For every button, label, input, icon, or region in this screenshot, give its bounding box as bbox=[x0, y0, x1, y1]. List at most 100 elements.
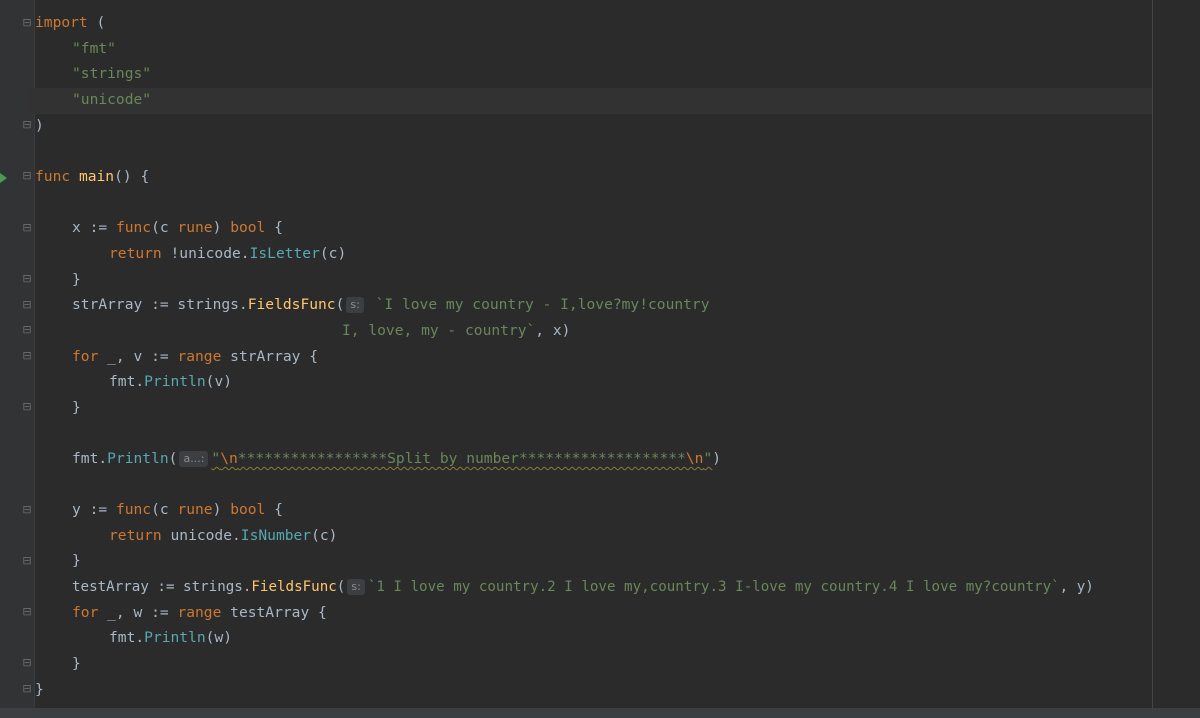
code-text: strArray := strings. bbox=[72, 296, 248, 313]
code-text: ( bbox=[336, 579, 346, 595]
fold-open-icon[interactable]: ⊟ bbox=[21, 170, 33, 182]
fold-close-icon[interactable]: ⊟ bbox=[21, 119, 33, 131]
current-line-highlight bbox=[27, 88, 1152, 114]
code-text: () { bbox=[114, 168, 150, 185]
code-line[interactable]: ) bbox=[35, 113, 44, 139]
code-text: fmt. bbox=[109, 373, 145, 390]
function-call: Println bbox=[107, 450, 169, 467]
code-line[interactable]: strArray := strings.FieldsFunc(s: `I lov… bbox=[72, 292, 710, 318]
horizontal-scrollbar[interactable] bbox=[0, 708, 1200, 718]
escape-sequence: \n bbox=[685, 450, 704, 467]
code-line[interactable]: return !unicode.IsLetter(c) bbox=[109, 241, 346, 267]
code-line[interactable]: fmt.Println(v) bbox=[109, 369, 232, 395]
code-line[interactable]: y := func(c rune) bool { bbox=[72, 497, 283, 523]
code-text: fmt. bbox=[72, 450, 108, 467]
keyword: func bbox=[115, 219, 152, 236]
code-text: ) bbox=[35, 117, 44, 134]
code-line[interactable]: "unicode" bbox=[72, 87, 151, 113]
code-line[interactable]: return unicode.IsNumber(c) bbox=[109, 523, 337, 549]
string-literal: "strings" bbox=[72, 65, 152, 82]
code-line[interactable]: x := func(c rune) bool { bbox=[72, 215, 283, 241]
code-text: ) bbox=[212, 219, 231, 236]
code-text: (w) bbox=[205, 629, 233, 646]
code-line[interactable]: I, love, my - country`, x) bbox=[342, 318, 570, 344]
fold-open-icon[interactable]: ⊟ bbox=[21, 222, 33, 234]
keyword: func bbox=[35, 168, 71, 185]
code-text: (c bbox=[151, 219, 178, 236]
keyword: for bbox=[72, 348, 99, 365]
type-name: bool bbox=[230, 501, 266, 518]
code-text: ) bbox=[212, 501, 231, 518]
function-call: IsNumber bbox=[240, 527, 312, 544]
fold-open-icon[interactable]: ⊟ bbox=[21, 606, 33, 618]
code-line[interactable]: for _, w := range testArray { bbox=[72, 600, 327, 626]
code-text: } bbox=[72, 552, 81, 569]
code-line[interactable]: } bbox=[72, 395, 81, 421]
function-call: IsLetter bbox=[249, 245, 320, 262]
code-text: (c bbox=[151, 501, 178, 518]
fold-close-icon[interactable]: ⊟ bbox=[21, 683, 33, 695]
run-icon[interactable] bbox=[0, 173, 7, 183]
code-line[interactable]: import ( bbox=[35, 10, 105, 36]
function-call: Println bbox=[144, 373, 206, 390]
code-line[interactable]: } bbox=[72, 267, 81, 293]
string-literal: " bbox=[703, 450, 713, 467]
parameter-hint: a...: bbox=[179, 451, 209, 467]
code-line[interactable]: } bbox=[35, 677, 44, 703]
code-text: (c) bbox=[311, 527, 338, 544]
string-literal: `I love my country - I,love?my!country bbox=[366, 296, 710, 313]
fold-close-icon[interactable]: ⊟ bbox=[21, 401, 33, 413]
code-text: { bbox=[265, 219, 283, 236]
code-text: (v) bbox=[205, 373, 233, 390]
code-text: strArray { bbox=[221, 348, 319, 365]
function-call: FieldsFunc bbox=[247, 296, 336, 313]
code-line[interactable]: func main() { bbox=[35, 164, 149, 190]
fold-open-icon[interactable]: ⊟ bbox=[21, 504, 33, 516]
code-text: testArray { bbox=[221, 604, 327, 621]
keyword: import bbox=[35, 14, 88, 31]
type-name: bool bbox=[230, 219, 266, 236]
code-line[interactable]: "strings" bbox=[72, 61, 151, 87]
fold-open-icon[interactable]: ⊟ bbox=[21, 350, 33, 362]
code-line[interactable]: "fmt" bbox=[72, 36, 116, 62]
code-editor[interactable]: ⊟ ⊟ ⊟ ⊟ ⊟ ⊟ ⊟ ⊟ ⊟ ⊟ ⊟ ⊟ ⊟ ⊟ import ( "fm… bbox=[0, 0, 1200, 718]
code-text: } bbox=[35, 681, 44, 698]
code-text: ) bbox=[712, 450, 722, 467]
code-line[interactable]: } bbox=[72, 548, 81, 574]
function-call: FieldsFunc bbox=[251, 579, 337, 595]
code-text: (c) bbox=[319, 245, 347, 262]
fold-open-icon[interactable]: ⊟ bbox=[21, 17, 33, 29]
code-text: testArray := strings. bbox=[72, 579, 252, 595]
code-text: ( bbox=[335, 296, 345, 313]
code-text: , x) bbox=[535, 322, 571, 339]
function-name: main bbox=[78, 168, 115, 185]
code-text: { bbox=[265, 501, 283, 518]
parameter-hint: s: bbox=[347, 579, 365, 595]
string-literal: "unicode" bbox=[72, 91, 152, 108]
code-text: } bbox=[72, 271, 81, 288]
code-text: y := bbox=[72, 501, 116, 518]
string-literal: "fmt" bbox=[72, 40, 116, 57]
type-name: rune bbox=[177, 501, 213, 518]
code-line[interactable]: for _, v := range strArray { bbox=[72, 344, 318, 370]
code-text: _, w := bbox=[98, 604, 178, 621]
function-call: Println bbox=[144, 629, 206, 646]
code-text: unicode. bbox=[161, 527, 241, 544]
code-text: ( bbox=[87, 14, 106, 31]
code-line[interactable]: testArray := strings.FieldsFunc(s: `1 I l… bbox=[72, 574, 1094, 600]
keyword: func bbox=[115, 501, 152, 518]
fold-close-icon[interactable]: ⊟ bbox=[21, 324, 33, 336]
string-literal: `1 I love my country.2 I love my,country… bbox=[367, 579, 1060, 595]
fold-close-icon[interactable]: ⊟ bbox=[21, 555, 33, 567]
code-line[interactable]: fmt.Println(a...: "\n*****************Spl… bbox=[72, 446, 721, 472]
code-text: fmt. bbox=[109, 629, 145, 646]
keyword: for bbox=[72, 604, 99, 621]
code-line[interactable]: fmt.Println(w) bbox=[109, 625, 232, 651]
fold-close-icon[interactable]: ⊟ bbox=[21, 273, 33, 285]
type-name: rune bbox=[177, 219, 213, 236]
fold-open-icon[interactable]: ⊟ bbox=[21, 299, 33, 311]
fold-close-icon[interactable]: ⊟ bbox=[21, 657, 33, 669]
string-literal: *****************Split by number********… bbox=[237, 450, 686, 467]
code-line[interactable]: } bbox=[72, 651, 81, 677]
keyword: range bbox=[177, 604, 222, 621]
